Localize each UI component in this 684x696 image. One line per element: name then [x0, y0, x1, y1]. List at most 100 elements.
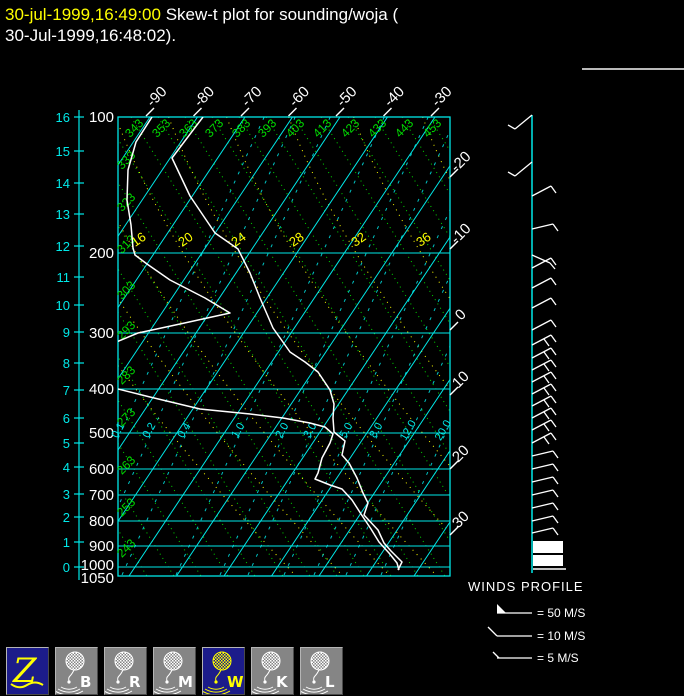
dry-adiabat-line — [130, 117, 419, 576]
legend-label: = 5 M/S — [537, 651, 579, 665]
dry-adiabat-line — [118, 311, 284, 576]
wind-barb — [531, 476, 554, 483]
top-temp-label: -90 — [143, 83, 170, 110]
dry-adiabat-line — [347, 117, 450, 282]
dry-adiabat-top-label: 383 — [229, 116, 253, 140]
wind-barb — [543, 375, 550, 384]
toolbar: ZB R M WKL — [6, 647, 349, 695]
wind-barb — [507, 171, 516, 177]
wind-barb — [531, 527, 554, 534]
moist-adiabat-line — [498, 117, 684, 576]
title-line2: 30-Jul-1999,16:48:02). — [5, 26, 177, 45]
toolbar-button-label: R — [129, 673, 141, 691]
moist-adiabat-line — [118, 364, 297, 576]
wind-barb — [549, 262, 556, 270]
wind-barb — [514, 161, 533, 177]
dry-adiabat-line — [118, 485, 175, 576]
moist-adiabat-label: 28 — [286, 229, 306, 250]
dry-adiabat-top-label: 453 — [420, 116, 444, 140]
toolbar-button-m[interactable]: M — [153, 647, 196, 695]
legend-label: = 10 M/S — [537, 629, 585, 643]
legend-barb-icon — [487, 626, 498, 637]
wind-barb — [531, 359, 552, 371]
wind-barb — [531, 395, 552, 407]
pressure-label: 900 — [89, 538, 114, 555]
dry-adiabat-line — [184, 117, 450, 542]
wind-barb — [550, 334, 557, 343]
wind-barb — [552, 223, 559, 232]
mixing-ratio-line — [175, 117, 385, 576]
height-label: 16 — [56, 110, 70, 125]
right-temp-label: 0 — [452, 306, 470, 324]
mixing-ratio-label: 2.0 — [273, 421, 291, 440]
wind-barb — [531, 515, 554, 522]
wind-profile: WINDS PROFILE = 50 M/S = 10 M/S = 5 M/S — [468, 114, 585, 665]
title-bar: 30-jul-1999,16:49:00 Skew-t plot for sou… — [5, 4, 665, 46]
app-window: 100 200 300 400 500 600 700 800 900 1000 1050 16 15 1… — [0, 0, 684, 696]
toolbar-button-k[interactable]: K — [251, 647, 294, 695]
wind-barb — [531, 489, 554, 496]
wind-barb — [550, 347, 557, 356]
plot-border — [117, 116, 451, 577]
wind-barb — [550, 383, 557, 392]
moist-adiabat-label: 24 — [228, 229, 248, 250]
mixing-ratio-label: 20.0 — [433, 418, 454, 443]
height-label: 3 — [63, 487, 70, 502]
wind-barb — [550, 185, 557, 194]
wind-barb — [550, 359, 557, 368]
pressure-label: 700 — [89, 487, 114, 504]
moist-adiabat-label: 36 — [413, 229, 433, 250]
top-temp-label: -40 — [381, 83, 408, 110]
mixing-ratio-label: 8.0 — [367, 421, 385, 440]
title-text: Skew-t plot for sounding/woja ( — [160, 5, 399, 24]
mixing-ratio-line — [313, 274, 450, 576]
wind-barb — [531, 419, 552, 431]
toolbar-button-b[interactable]: B — [55, 647, 98, 695]
dry-adiabat-top-label: 353 — [149, 116, 173, 140]
isotherm-line — [118, 117, 198, 238]
toolbar-button-l[interactable]: L — [300, 647, 343, 695]
dry-adiabat-line — [401, 117, 450, 195]
toolbar-button-w[interactable]: W — [202, 647, 245, 695]
mixing-ratio-label: 0.4 — [175, 421, 193, 440]
dry-adiabat-top-label: 373 — [202, 116, 226, 140]
wind-flag-block — [533, 555, 563, 566]
wind-barb — [543, 399, 550, 408]
height-label: 6 — [63, 411, 70, 426]
height-label: 15 — [56, 144, 70, 159]
wind-barb — [550, 257, 557, 266]
pressure-label: 300 — [89, 325, 114, 342]
height-label: 14 — [56, 176, 70, 191]
height-label: 9 — [63, 325, 70, 340]
mixing-ratio-label: 1.0 — [229, 421, 247, 440]
temperature-curve — [171, 117, 403, 571]
toolbar-button-label: M — [178, 673, 193, 691]
pressure-label: 100 — [89, 109, 114, 126]
title-timestamp: 30-jul-1999,16:49:00 — [5, 5, 161, 24]
wind-barb — [550, 395, 557, 404]
legend-label: = 50 M/S — [537, 606, 585, 620]
toolbar-button-r[interactable]: R — [104, 647, 147, 695]
height-label: 5 — [63, 436, 70, 451]
wind-barb — [550, 407, 557, 416]
wind-barb — [550, 371, 557, 380]
mixing-ratio-line — [118, 117, 265, 440]
logo-button-z[interactable]: Z — [6, 647, 49, 695]
wind-barb — [531, 334, 552, 346]
wind-barb — [531, 319, 552, 331]
toolbar-button-label: W — [227, 673, 244, 691]
dry-adiabat-line — [211, 117, 450, 499]
legend-halfbarb-icon — [492, 651, 500, 659]
wind-barb — [552, 489, 559, 498]
right-temp-label: 10 — [449, 368, 473, 392]
top-temp-label: -50 — [333, 83, 360, 110]
wind-barb — [552, 450, 559, 459]
mixing-ratio-line — [283, 208, 450, 576]
top-temp-label: -30 — [428, 83, 455, 110]
dry-adiabat-line — [118, 442, 202, 576]
legend-flag-icon — [497, 604, 506, 613]
wind-barb — [531, 407, 552, 419]
wind-barb — [552, 476, 559, 485]
wind-barb — [531, 277, 552, 289]
pressure-label: 800 — [89, 513, 114, 530]
